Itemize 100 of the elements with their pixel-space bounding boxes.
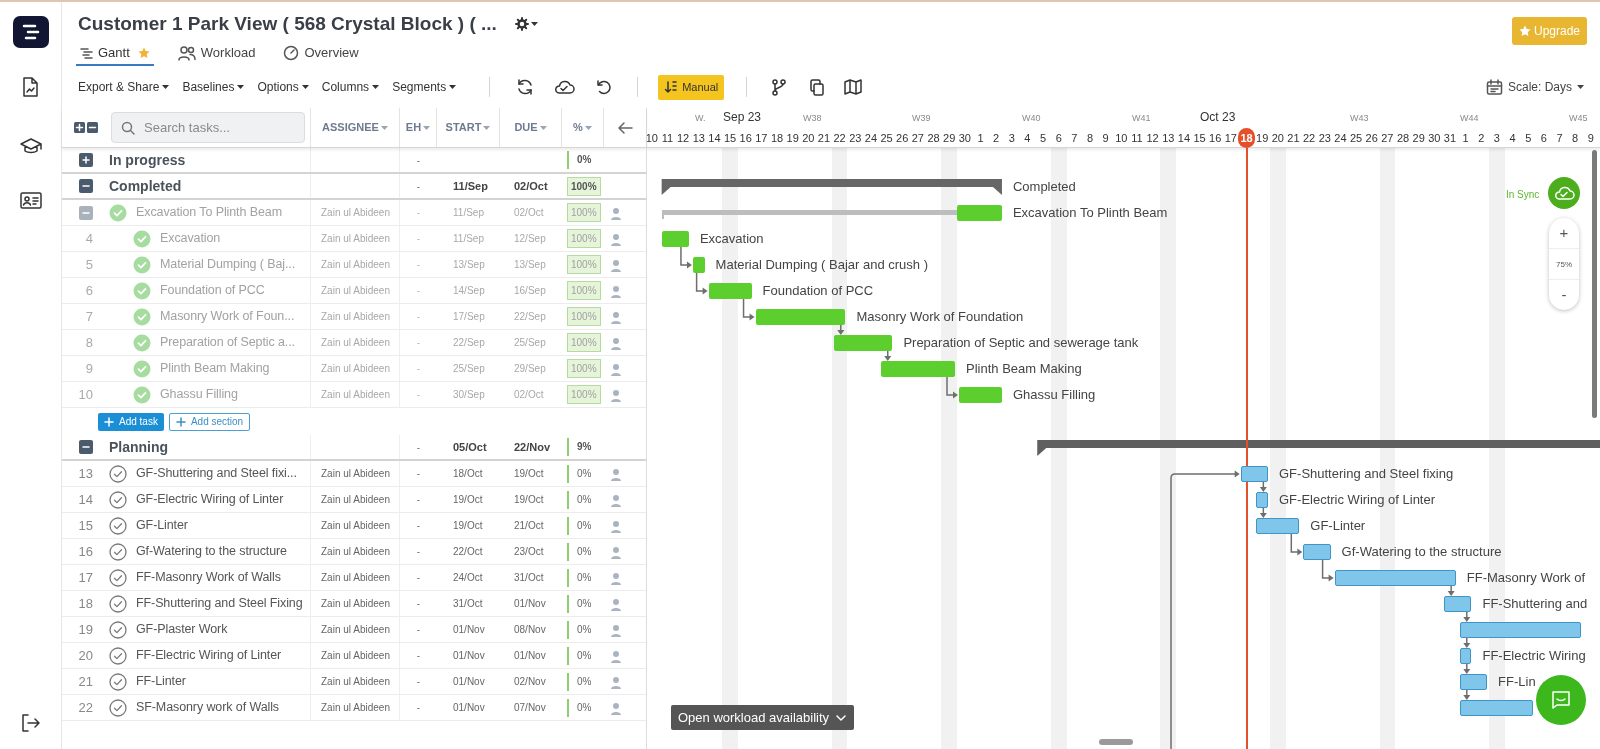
person-icon[interactable] xyxy=(609,231,623,246)
scale-dropdown[interactable]: Scale: Days xyxy=(1485,78,1584,96)
check-circle-icon[interactable] xyxy=(109,203,127,222)
summary-bar[interactable] xyxy=(661,179,1002,195)
workload-availability-button[interactable]: Open workload availability xyxy=(671,705,855,730)
document-icon[interactable] xyxy=(20,76,41,98)
check-outline-icon[interactable] xyxy=(109,672,127,691)
check-outline-icon[interactable] xyxy=(109,516,127,535)
person-icon[interactable] xyxy=(609,518,623,533)
person-icon[interactable] xyxy=(609,622,623,637)
task-bar[interactable] xyxy=(1334,570,1456,586)
task-name[interactable]: GF-Shuttering and Steel fixi... xyxy=(136,464,297,483)
graduation-cap-icon[interactable] xyxy=(19,136,42,154)
task-bar[interactable] xyxy=(833,335,893,351)
zoom-in-button[interactable]: + xyxy=(1549,218,1579,248)
task-name[interactable]: FF-Linter xyxy=(136,672,186,691)
person-icon[interactable] xyxy=(609,309,623,324)
task-name[interactable]: FF-Masonry Work of Walls xyxy=(136,568,281,587)
person-icon[interactable] xyxy=(609,205,623,220)
person-icon[interactable] xyxy=(609,257,623,272)
tab[interactable]: Overview xyxy=(279,42,363,66)
collapse-icon[interactable] xyxy=(79,440,93,454)
copy-icon[interactable] xyxy=(809,78,825,96)
task-bar[interactable] xyxy=(1240,466,1268,482)
sync-button[interactable] xyxy=(1548,177,1580,209)
task-bar[interactable] xyxy=(1256,492,1268,508)
column-header[interactable]: % xyxy=(573,119,592,136)
column-header[interactable]: START xyxy=(445,119,491,136)
scrollbar-thumb[interactable] xyxy=(1099,739,1133,745)
column-header[interactable]: DUE xyxy=(514,119,547,136)
parent-task-bar[interactable] xyxy=(661,205,1002,221)
left-arrow-icon[interactable] xyxy=(617,120,633,135)
check-outline-icon[interactable] xyxy=(109,490,127,509)
toolbar-menu[interactable]: Baselines xyxy=(182,78,245,96)
task-name[interactable]: GF-Plaster Work xyxy=(136,620,228,639)
check-circle-icon[interactable] xyxy=(133,333,151,352)
collapse-all-icon[interactable] xyxy=(87,122,98,133)
task-bar[interactable] xyxy=(755,309,846,325)
collapse-icon[interactable] xyxy=(79,179,93,193)
collapse-icon[interactable] xyxy=(79,205,93,220)
check-circle-icon[interactable] xyxy=(133,281,151,300)
person-icon[interactable] xyxy=(609,492,623,507)
task-bar[interactable] xyxy=(661,231,689,247)
task-name[interactable]: GF-Electric Wiring of Linter xyxy=(136,490,284,509)
person-icon[interactable] xyxy=(609,544,623,559)
add-task-button[interactable]: Add task xyxy=(98,412,164,431)
toolbar-menu[interactable]: Export & Share xyxy=(78,78,170,96)
check-circle-icon[interactable] xyxy=(133,385,151,404)
check-outline-icon[interactable] xyxy=(109,542,127,561)
check-circle-icon[interactable] xyxy=(133,307,151,326)
chat-button[interactable] xyxy=(1536,675,1586,725)
app-logo[interactable] xyxy=(12,16,49,48)
tab[interactable]: Gantt xyxy=(76,42,154,66)
person-icon[interactable] xyxy=(609,361,623,376)
toolbar-menu[interactable]: Options xyxy=(257,78,309,96)
column-header[interactable]: EH xyxy=(405,119,431,136)
person-icon[interactable] xyxy=(609,700,623,715)
task-name[interactable]: GF-Linter xyxy=(136,516,188,535)
map-icon[interactable] xyxy=(844,78,863,96)
expand-all-icon[interactable] xyxy=(74,122,85,133)
summary-bar[interactable] xyxy=(1037,440,1600,456)
refresh-icon[interactable] xyxy=(516,78,535,96)
person-icon[interactable] xyxy=(609,674,623,689)
zoom-out-button[interactable]: - xyxy=(1549,280,1579,310)
task-name[interactable]: Gf-Watering to the structure xyxy=(136,542,287,561)
check-outline-icon[interactable] xyxy=(109,464,127,483)
task-bar[interactable] xyxy=(1459,674,1488,690)
task-name[interactable]: FF-Shuttering and Steel Fixing xyxy=(136,594,303,613)
person-icon[interactable] xyxy=(609,387,623,402)
task-name[interactable]: SF-Masonry work of Walls xyxy=(136,698,279,717)
check-outline-icon[interactable] xyxy=(109,646,127,665)
add-section-button[interactable]: Add section xyxy=(168,412,251,431)
toolbar-menu[interactable]: Columns xyxy=(321,78,380,96)
task-bar[interactable] xyxy=(708,283,752,299)
settings-button[interactable] xyxy=(514,17,538,32)
task-bar[interactable] xyxy=(1459,648,1472,664)
person-icon[interactable] xyxy=(609,596,623,611)
check-outline-icon[interactable] xyxy=(109,568,127,587)
person-icon[interactable] xyxy=(609,283,623,298)
undo-icon[interactable] xyxy=(595,78,612,96)
task-bar[interactable] xyxy=(1459,622,1581,638)
logout-icon[interactable] xyxy=(20,713,41,733)
branch-icon[interactable] xyxy=(771,78,788,96)
check-outline-icon[interactable] xyxy=(109,594,127,613)
manual-mode-button[interactable]: Manual xyxy=(658,74,725,100)
task-bar[interactable] xyxy=(1256,518,1300,534)
check-circle-icon[interactable] xyxy=(133,255,151,274)
person-icon[interactable] xyxy=(609,335,623,350)
task-bar[interactable] xyxy=(692,257,705,273)
expand-icon[interactable] xyxy=(79,153,93,167)
scrollbar-thumb[interactable] xyxy=(1592,150,1597,418)
cloud-check-icon[interactable] xyxy=(553,79,576,95)
column-header[interactable]: ASSIGNEE xyxy=(322,119,388,136)
contact-card-icon[interactable] xyxy=(19,191,42,210)
task-bar[interactable] xyxy=(1303,544,1331,560)
toolbar-menu[interactable]: Segments xyxy=(392,78,457,96)
check-circle-icon[interactable] xyxy=(133,229,151,248)
check-circle-icon[interactable] xyxy=(133,359,151,378)
search-field[interactable]: Search tasks... xyxy=(111,112,305,143)
check-outline-icon[interactable] xyxy=(109,698,127,717)
